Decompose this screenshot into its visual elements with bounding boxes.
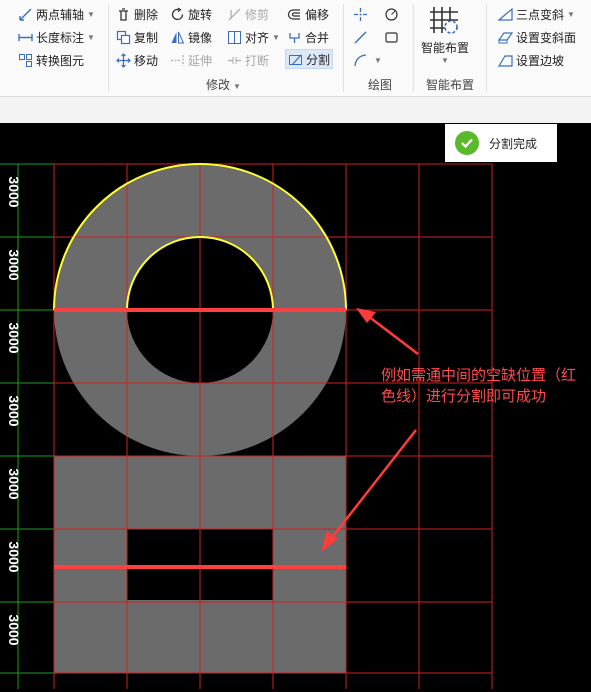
trim-icon	[227, 7, 242, 22]
slope-face-icon	[498, 30, 513, 45]
circle-icon	[384, 7, 399, 22]
break-icon	[227, 53, 242, 68]
set-slope-edge-button[interactable]: 设置边坡	[498, 51, 564, 69]
dimension-label: 3000	[6, 322, 22, 354]
delete-button[interactable]: 删除	[116, 5, 158, 23]
trash-icon	[116, 7, 131, 22]
dimension-label: 3000	[6, 541, 22, 573]
annotation-text: 例如需通中间的空缺位置（红色线）进行分割即可成功	[381, 367, 577, 405]
ribbon-bottom-bar	[0, 97, 591, 123]
draw-rectangle-button[interactable]	[384, 28, 402, 46]
length-dimension-icon	[18, 30, 33, 45]
two-point-axis-button[interactable]: 两点辅轴 ▼	[18, 5, 95, 23]
dimension-label: 3000	[6, 614, 22, 646]
copy-button[interactable]: 复制	[116, 28, 158, 46]
ribbon-separator	[343, 4, 344, 92]
slope-edge-icon	[498, 53, 513, 68]
split-button[interactable]: 分割	[285, 49, 334, 69]
arc-icon	[353, 53, 368, 68]
draw-group-label: 绘图	[368, 78, 393, 92]
convert-symbol-button[interactable]: 转换图元	[18, 51, 84, 69]
draw-arc-button[interactable]: ▼	[353, 51, 382, 69]
convert-symbol-icon	[18, 53, 33, 68]
dimension-label: 3000	[6, 249, 22, 281]
smart-group-label: 智能布置	[426, 78, 475, 92]
merge-button[interactable]: 合并	[287, 28, 329, 46]
ribbon-separator	[413, 4, 414, 92]
ribbon-separator	[108, 4, 109, 92]
copy-icon	[116, 30, 131, 45]
split-complete-toast: 分割完成	[445, 124, 557, 162]
offset-button[interactable]: 偏移	[287, 5, 329, 23]
crosshair-icon	[353, 7, 368, 22]
split-icon	[288, 52, 303, 67]
two-point-axis-icon	[18, 7, 33, 22]
set-slope-face-button[interactable]: 设置变斜面	[498, 28, 576, 46]
mirror-button[interactable]: 镜像	[170, 28, 212, 46]
dimension-label: 3000	[6, 468, 22, 500]
move-icon	[116, 52, 131, 68]
smart-layout-button[interactable]: 智能布置 ▼	[418, 4, 472, 66]
rectangle-icon	[384, 30, 399, 45]
rotate-icon	[170, 7, 185, 22]
move-button[interactable]: 移动	[116, 51, 158, 69]
align-icon	[227, 30, 242, 45]
draw-circle-button[interactable]	[384, 5, 402, 23]
modify-group-label[interactable]: 修改 ▼	[206, 76, 241, 93]
align-button[interactable]: 对齐 ▼	[227, 28, 280, 46]
line-icon	[353, 30, 368, 45]
check-circle-icon	[455, 131, 479, 155]
slope-icon	[498, 7, 513, 22]
break-button[interactable]: 打断	[227, 51, 269, 69]
offset-icon	[287, 7, 302, 22]
dimension-label: 3000	[6, 395, 22, 427]
draw-line-button[interactable]	[353, 28, 371, 46]
mirror-icon	[170, 30, 185, 45]
ribbon-toolbar: 两点辅轴 ▼ 长度标注 ▼ 转换图元 删除 旋转 修剪 偏移 复制 镜像 对齐 ▼ 合…	[0, 0, 591, 97]
draw-point-button[interactable]	[353, 5, 371, 23]
smart-layout-icon	[428, 4, 462, 36]
dimension-label: 3000	[6, 176, 22, 208]
toast-message: 分割完成	[489, 136, 538, 151]
merge-icon	[287, 30, 302, 45]
rotate-button[interactable]: 旋转	[170, 5, 212, 23]
extend-button[interactable]: 延伸	[170, 51, 212, 69]
ribbon-separator	[486, 4, 487, 92]
extend-icon	[170, 53, 185, 68]
three-point-slope-button[interactable]: 三点变斜 ▼	[498, 5, 575, 23]
trim-button[interactable]: 修剪	[227, 5, 269, 23]
length-dimension-button[interactable]: 长度标注 ▼	[18, 28, 95, 46]
